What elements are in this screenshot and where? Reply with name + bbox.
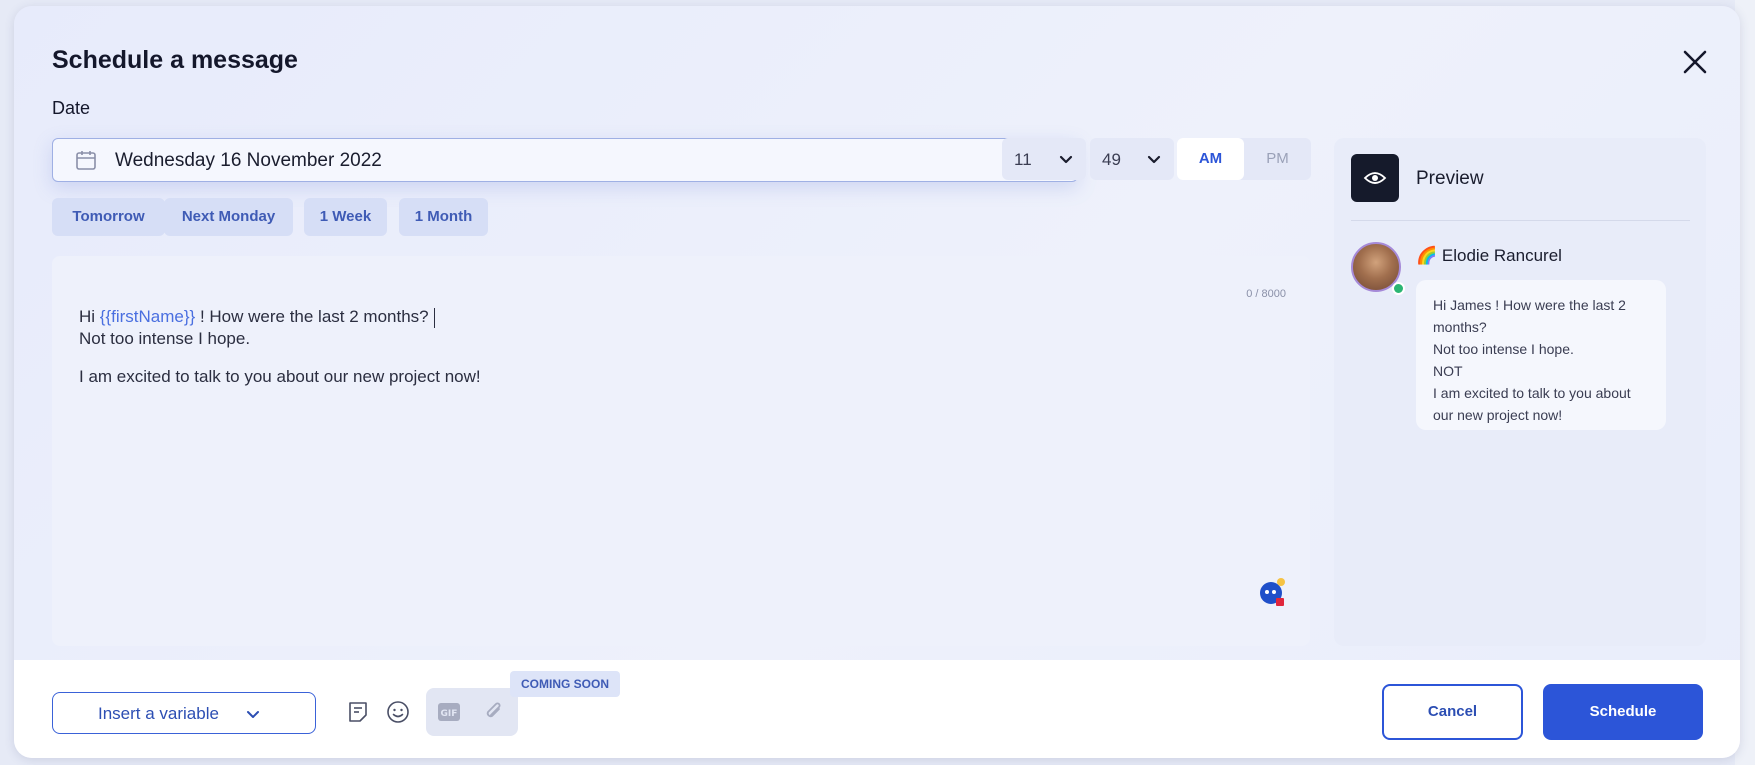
am-pm-toggle: AM PM <box>1177 138 1311 180</box>
insert-variable-button[interactable]: Insert a variable <box>52 692 316 734</box>
schedule-message-modal: Schedule a message Date Wednesday 16 Nov… <box>14 6 1740 758</box>
hour-value: 11 <box>1014 150 1032 169</box>
date-select[interactable]: Wednesday 16 November 2022 <box>52 138 1078 182</box>
message-line-2: Not too intense I hope. <box>79 329 251 348</box>
preview-message-text: Hi James ! How were the last 2 months? N… <box>1433 297 1631 423</box>
eye-icon <box>1351 154 1399 202</box>
calendar-icon <box>75 149 97 176</box>
preview-message-bubble: Hi James ! How were the last 2 months? N… <box>1416 280 1666 430</box>
sender-name: 🌈 Elodie Rancurel <box>1416 246 1562 265</box>
am-option[interactable]: AM <box>1177 138 1244 180</box>
pm-option[interactable]: PM <box>1244 138 1311 180</box>
schedule-button[interactable]: Schedule <box>1543 684 1703 740</box>
quick-option-1-month[interactable]: 1 Month <box>399 198 488 236</box>
disabled-tools: GIF <box>426 688 518 736</box>
chevron-down-icon <box>246 707 260 725</box>
character-counter: 0 / 8000 <box>1246 288 1286 300</box>
svg-text:GIF: GIF <box>441 709 458 719</box>
gif-icon: GIF <box>437 702 461 727</box>
message-editor[interactable]: 0 / 8000 Hi {{firstName}} ! How were the… <box>52 256 1310 646</box>
online-status-dot <box>1392 282 1405 295</box>
date-value: Wednesday 16 November 2022 <box>115 150 382 171</box>
preview-panel: Preview 🌈 Elodie Rancurel Hi James ! How… <box>1334 138 1706 646</box>
chevron-down-icon <box>1146 153 1162 171</box>
minute-select[interactable]: 49 <box>1090 138 1174 180</box>
quick-option-1-week[interactable]: 1 Week <box>304 198 387 236</box>
quick-option-next-monday[interactable]: Next Monday <box>164 198 293 236</box>
assistant-bot-icon[interactable] <box>1256 574 1290 613</box>
first-name-variable: {{firstName}} <box>99 307 196 326</box>
insert-variable-label: Insert a variable <box>98 704 219 723</box>
minute-value: 49 <box>1102 150 1121 169</box>
footer-bar: Insert a variable GIF COMING SOON Cancel… <box>14 660 1740 758</box>
chevron-down-icon <box>1058 153 1074 171</box>
notes-icon[interactable] <box>346 700 370 729</box>
message-line-1: Hi {{firstName}} ! How were the last 2 m… <box>79 306 481 328</box>
coming-soon-badge: COMING SOON <box>510 671 620 697</box>
message-line-3: I am excited to talk to you about our ne… <box>79 367 481 386</box>
emoji-icon[interactable] <box>386 700 410 729</box>
text-caret <box>433 307 435 328</box>
message-text[interactable]: Hi {{firstName}} ! How were the last 2 m… <box>79 306 481 388</box>
cancel-button[interactable]: Cancel <box>1382 684 1523 740</box>
divider <box>1351 220 1690 221</box>
hour-select[interactable]: 11 <box>1002 138 1086 180</box>
modal-title: Schedule a message <box>52 46 298 74</box>
preview-title: Preview <box>1416 168 1484 189</box>
close-icon[interactable] <box>1679 46 1711 78</box>
quick-option-tomorrow[interactable]: Tomorrow <box>52 198 165 236</box>
date-label: Date <box>52 98 91 118</box>
attachment-icon <box>482 700 506 729</box>
